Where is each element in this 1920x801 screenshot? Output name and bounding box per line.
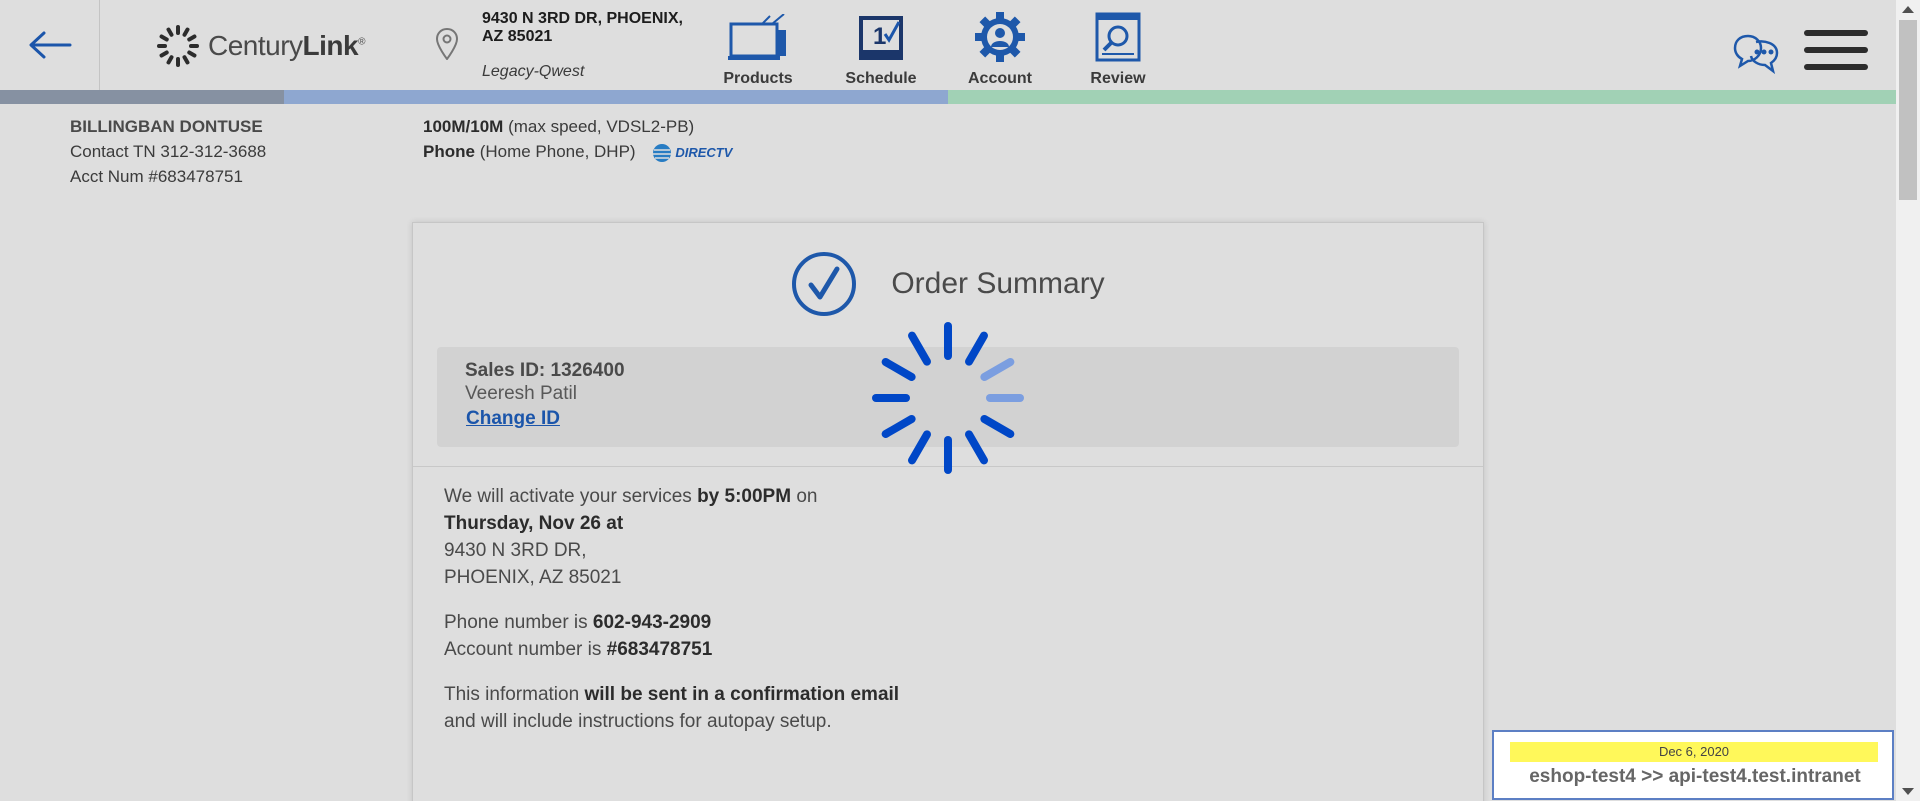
env-endpoint: eshop-test4 >> api-test4.test.intranet <box>1529 766 1861 787</box>
vertical-scrollbar[interactable] <box>1896 0 1920 801</box>
env-date: Dec 6, 2020 <box>1510 742 1878 762</box>
scroll-up-arrow-icon[interactable] <box>1902 6 1914 13</box>
scroll-down-arrow-icon[interactable] <box>1902 788 1914 795</box>
loading-spinner-icon <box>872 322 1024 474</box>
scroll-thumb[interactable] <box>1899 20 1917 200</box>
environment-badge: Dec 6, 2020 eshop-test4 >> api-test4.tes… <box>1492 730 1894 800</box>
